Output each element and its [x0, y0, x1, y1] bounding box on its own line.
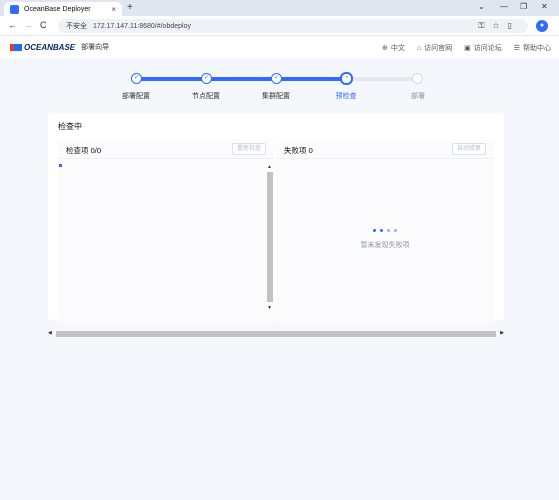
- failed-items-panel: 失败项 0 自动修复 暂未发现失败项: [276, 139, 494, 323]
- failed-items-title: 失败项 0: [284, 146, 313, 155]
- step-5-pending-icon: [412, 73, 423, 84]
- timeline-dot: [59, 164, 62, 167]
- oceanbase-logo-icon: [10, 43, 22, 51]
- tab-title: OceanBase Deployer: [24, 5, 91, 13]
- step-label-node-config: 节点配置: [192, 93, 220, 100]
- scroll-thumb[interactable]: [267, 172, 273, 302]
- step-label-deploy-config: 部署配置: [122, 93, 150, 100]
- auto-fix-button[interactable]: 自动修复: [451, 143, 486, 155]
- stepper-progress-done: [136, 77, 346, 81]
- card-title: 检查中: [58, 122, 82, 131]
- app-subtitle: 部署向导: [81, 44, 110, 51]
- browser-tab[interactable]: OceanBase Deployer ×: [4, 2, 122, 16]
- brand-name: OCEANBASE: [24, 42, 76, 52]
- home-icon: ⌂: [416, 45, 422, 52]
- globe-icon: ⊕: [381, 45, 388, 52]
- loading-dots-icon: [276, 229, 494, 232]
- step-4-clock-icon: ◔: [340, 72, 353, 85]
- failed-items-header: 失败项 0 自动修复: [276, 139, 494, 159]
- url-text[interactable]: 172.17.147.11:8680/#/obdeploy: [93, 23, 191, 30]
- check-items-header: 检查项 0/0 重新检查: [58, 139, 274, 159]
- scroll-down-arrow-icon[interactable]: ▼: [267, 305, 272, 311]
- step-label-deploy: 部署: [411, 93, 425, 100]
- horizontal-scrollbar[interactable]: ◀ ▶: [48, 330, 504, 338]
- logo: OCEANBASE 部署向导: [10, 42, 109, 52]
- step-1-check-icon: ✓: [131, 73, 142, 84]
- browser-tabstrip: OceanBase Deployer × + ⌄ — ❐ ✕: [0, 0, 559, 16]
- recheck-button[interactable]: 重新检查: [231, 143, 266, 155]
- precheck-card: 检查中 检查项 0/0 重新检查 ▲ ▼ 失败项 0 自动修复 暂未发现失败项: [48, 113, 504, 323]
- back-button[interactable]: ←: [8, 20, 17, 30]
- omnibox-icons[interactable]: ⚿☆▯: [478, 21, 520, 31]
- not-secure-label[interactable]: 不安全: [66, 21, 87, 31]
- language-switch[interactable]: ⊕ 中文: [382, 43, 405, 53]
- oceanbase-favicon-icon: [10, 4, 19, 14]
- profile-avatar[interactable]: ●: [536, 20, 548, 32]
- reload-button[interactable]: C: [40, 20, 47, 30]
- step-label-precheck: 预检查: [335, 93, 357, 100]
- help-icon: ☰: [513, 45, 520, 52]
- close-window-button[interactable]: ✕: [541, 2, 548, 11]
- step-3-check-icon: ✓: [271, 73, 282, 84]
- minimize-button[interactable]: —: [500, 2, 508, 11]
- empty-failed-text: 暂未发现失败项: [360, 242, 410, 249]
- url-bar[interactable]: 不安全 172.17.147.11:8680/#/obdeploy ⚿☆▯: [58, 19, 528, 33]
- step-label-cluster-config: 集群配置: [262, 93, 290, 100]
- check-items-panel: 检查项 0/0 重新检查: [58, 139, 274, 323]
- scroll-right-arrow-icon[interactable]: ▶: [500, 330, 504, 336]
- forward-button[interactable]: →: [24, 20, 33, 30]
- check-items-title: 检查项 0/0: [66, 146, 102, 155]
- check-items-scrollbar[interactable]: ▲ ▼: [266, 164, 274, 312]
- new-tab-button[interactable]: +: [127, 2, 133, 13]
- header-links: ⊕ 中文 ⌂ 访问官网 ▣ 访问论坛 ☰ 帮助中心: [382, 43, 551, 53]
- maximize-button[interactable]: ❐: [520, 2, 527, 11]
- tab-close-icon[interactable]: ×: [111, 5, 116, 14]
- official-site-link[interactable]: ⌂ 访问官网: [417, 43, 452, 53]
- address-bar-row: ← → C 不安全 172.17.147.11:8680/#/obdeploy …: [0, 16, 559, 36]
- deploy-stepper: ✓ ✓ ✓ ◔ 部署配置 节点配置 集群配置 预检查 部署: [0, 70, 559, 104]
- horizontal-scroll-thumb[interactable]: [56, 331, 496, 337]
- step-2-check-icon: ✓: [201, 73, 212, 84]
- forum-icon: ▣: [464, 45, 471, 52]
- help-center-link[interactable]: ☰ 帮助中心: [514, 43, 551, 53]
- forum-link[interactable]: ▣ 访问论坛: [464, 43, 502, 53]
- app-header: OCEANBASE 部署向导 ⊕ 中文 ⌂ 访问官网 ▣ 访问论坛 ☰ 帮助中心: [0, 36, 559, 58]
- stepper-progress-todo: [346, 77, 418, 81]
- scroll-up-arrow-icon[interactable]: ▲: [267, 164, 272, 170]
- scroll-left-arrow-icon[interactable]: ◀: [48, 330, 52, 336]
- tab-search-icon[interactable]: ⌄: [478, 2, 485, 11]
- loading-indicator: 暂未发现失败项: [276, 229, 494, 250]
